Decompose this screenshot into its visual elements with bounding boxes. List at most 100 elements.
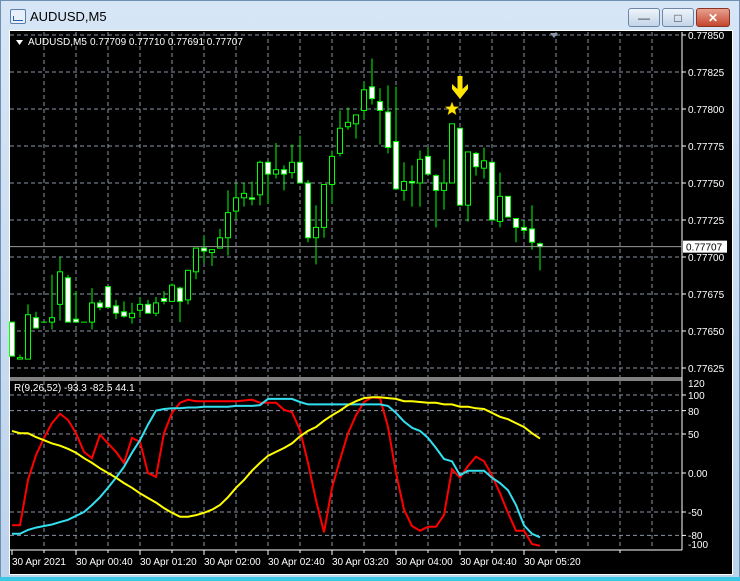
candle xyxy=(505,195,511,218)
candle-body-bear xyxy=(305,182,311,239)
candle-body-bull xyxy=(225,212,231,239)
candle xyxy=(209,249,215,266)
time-axis-label: 30 Apr 02:40 xyxy=(268,557,325,568)
price-axis-label: 0.77825 xyxy=(688,68,725,79)
candle xyxy=(353,114,359,139)
candle-body-bull xyxy=(49,317,55,323)
time-axis-label: 30 Apr 03:20 xyxy=(332,557,389,568)
candle xyxy=(369,58,375,105)
candle-body-bear xyxy=(409,181,415,184)
down-arrow-icon[interactable] xyxy=(452,76,468,99)
chart-canvas[interactable]: 0.77707 AUDUSD,M5 0.77709 0.77710 0.7769… xyxy=(0,0,740,581)
candle xyxy=(25,304,31,360)
candle-body-bull xyxy=(241,192,247,199)
candle xyxy=(377,88,383,145)
time-axis-label: 30 Apr 05:20 xyxy=(524,557,581,568)
candle xyxy=(297,135,303,184)
indicator-axis-label: 120 xyxy=(688,379,705,390)
candle xyxy=(521,220,527,235)
candle xyxy=(161,291,167,305)
price-axis-label: 0.77800 xyxy=(688,105,725,116)
candle xyxy=(129,302,135,324)
candle xyxy=(73,291,79,323)
candle xyxy=(169,283,175,302)
candle xyxy=(489,161,495,221)
price-axis-label: 0.77775 xyxy=(688,142,725,153)
candle-body-bear xyxy=(385,111,391,148)
candle-body-bear xyxy=(249,197,255,200)
candle xyxy=(401,162,407,201)
candle xyxy=(105,286,111,308)
time-axis-label: 30 Apr 01:20 xyxy=(140,557,197,568)
candle xyxy=(321,183,327,238)
price-axis-label: 0.77700 xyxy=(688,253,725,264)
candle xyxy=(361,82,367,120)
candle-body-bear xyxy=(161,297,167,302)
candle-body-bear xyxy=(105,286,111,308)
candle-body-bear xyxy=(65,277,71,323)
candle xyxy=(473,151,479,176)
candle-body-bull xyxy=(329,155,335,185)
candle-body-bull xyxy=(153,302,159,314)
candle xyxy=(33,311,39,329)
candle-body-bull xyxy=(481,160,487,169)
candle-body-bull xyxy=(417,158,423,184)
candle xyxy=(393,86,399,190)
candle xyxy=(385,85,391,154)
candle-body-bear xyxy=(369,86,375,100)
price-axis-label: 0.77725 xyxy=(688,216,725,227)
candle-body-bull xyxy=(25,314,31,360)
candle xyxy=(425,147,431,175)
candle xyxy=(257,160,263,206)
candle-body-bear xyxy=(521,226,527,231)
candle-body-bear xyxy=(457,127,463,206)
indicator-axis-label: -100 xyxy=(688,540,708,551)
candle xyxy=(465,151,471,222)
indicator-axis-label: 50 xyxy=(688,430,700,441)
star-icon[interactable] xyxy=(444,101,460,116)
candle-body-bull xyxy=(345,121,351,128)
candle-body-bull xyxy=(233,197,239,212)
price-axis-label: 0.77625 xyxy=(688,364,725,375)
candle xyxy=(17,354,23,360)
candle-body-bull xyxy=(313,226,319,239)
candle xyxy=(513,218,519,243)
candle xyxy=(481,147,487,179)
candle xyxy=(329,150,335,204)
candle xyxy=(289,144,295,179)
candle xyxy=(177,286,183,323)
candle-body-bear xyxy=(73,318,79,323)
candle-body-bear xyxy=(113,305,119,314)
price-axis-label: 0.77850 xyxy=(688,31,725,42)
candle-body-bear xyxy=(513,218,519,228)
current-price-label: 0.77707 xyxy=(686,243,723,254)
price-axis-label: 0.77675 xyxy=(688,290,725,301)
candle-body-bull xyxy=(441,182,447,191)
candle xyxy=(241,183,247,207)
candle xyxy=(417,150,423,207)
candle-body-bull xyxy=(401,181,407,191)
candle xyxy=(409,165,415,207)
legend-symbol: AUDUSD,M5 xyxy=(28,37,87,48)
candle-body-bear xyxy=(145,303,151,314)
candle xyxy=(113,299,119,320)
indicator-axis-label: 100 xyxy=(688,391,705,402)
indicator-legend: R(9,26,52) -93.3 -82.5 44.1 xyxy=(14,383,135,394)
candle xyxy=(313,205,319,265)
candle xyxy=(49,274,55,330)
candle xyxy=(193,247,199,280)
candle-body-bull xyxy=(209,249,215,254)
candle xyxy=(57,257,63,321)
candle xyxy=(305,180,311,243)
legend-ohlc: 0.77709 0.77710 0.77691 0.77707 xyxy=(90,37,243,48)
candle xyxy=(201,236,207,263)
time-axis-label: 30 Apr 2021 xyxy=(12,557,66,568)
candle-body-bear xyxy=(473,152,479,168)
candle-body-bull xyxy=(137,303,143,311)
candle-body-bear xyxy=(201,247,207,252)
candle-body-bull xyxy=(89,302,95,323)
candle-body-bull xyxy=(337,127,343,154)
legend-dropdown-icon[interactable] xyxy=(16,40,23,45)
candle-body-bull xyxy=(169,284,175,302)
candle xyxy=(225,190,231,256)
